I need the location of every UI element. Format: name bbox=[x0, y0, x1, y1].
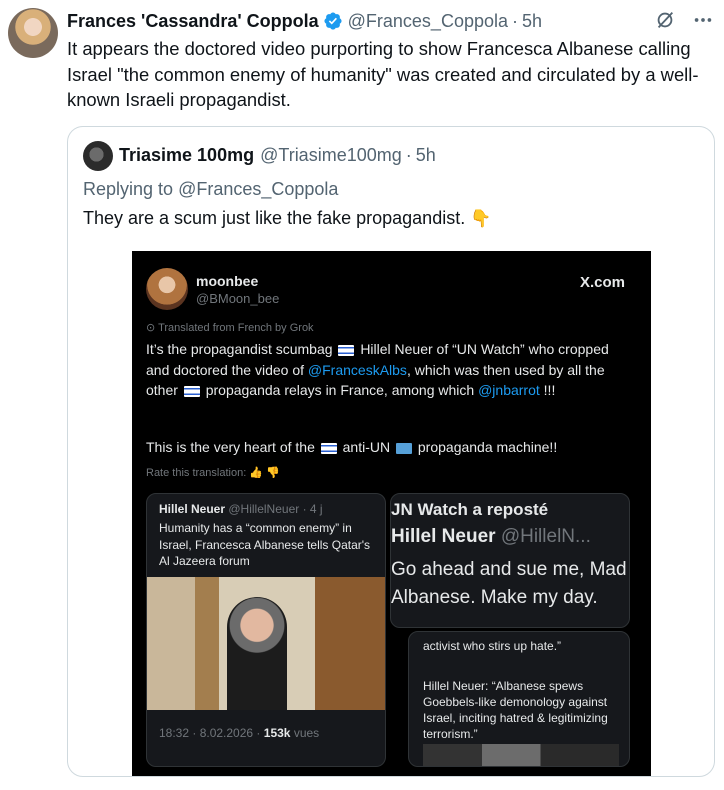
israel-flag-icon bbox=[183, 385, 200, 397]
right-card-line: Go ahead and sue me, Mad bbox=[391, 559, 627, 580]
embedded-tweet-header: Hillel Neuer @HillelNeuer · 4 j bbox=[159, 502, 323, 516]
un-flag-icon bbox=[396, 442, 412, 454]
screenshot-body: It’s the propagandist scumbag Hillel Neu… bbox=[146, 339, 616, 401]
mention-link: @jnbarrot bbox=[478, 382, 540, 398]
verified-badge-icon bbox=[324, 12, 342, 30]
right-card-handle: @HillelN... bbox=[500, 526, 591, 547]
pointing-down-emoji-icon: 👇 bbox=[470, 209, 492, 228]
thumbs-down-icon: 👎 bbox=[266, 467, 280, 479]
quoted-post[interactable]: Triasime 100mg @Triasime100mg · 5h Reply… bbox=[67, 126, 715, 777]
quote-text-body: They are a scum just like the fake propa… bbox=[83, 208, 466, 228]
author-avatar[interactable] bbox=[8, 8, 58, 58]
post-header: Frances 'Cassandra' Coppola @Frances_Cop… bbox=[67, 9, 714, 33]
repost-label: JN Watch a reposté bbox=[391, 500, 549, 519]
right-lower-image bbox=[423, 744, 619, 766]
body-part: anti-UN bbox=[342, 439, 391, 455]
header-actions bbox=[654, 9, 714, 31]
right-card-text: Go ahead and sue me, Mad Albanese. Make … bbox=[391, 556, 627, 612]
grok-icon[interactable] bbox=[654, 9, 676, 31]
quote-author-name[interactable]: Triasime 100mg bbox=[119, 145, 254, 166]
video-person bbox=[227, 597, 287, 710]
meta-time: 18:32 · 8.02.2026 · bbox=[159, 726, 261, 740]
screenshot-body-2: This is the very heart of the anti-UN pr… bbox=[146, 439, 616, 455]
author-handle[interactable]: @Frances_Coppola bbox=[348, 11, 508, 32]
body-part: It’s the propagandist scumbag bbox=[146, 341, 333, 357]
embedded-tweet-right: JN Watch a reposté Hillel Neuer @HillelN… bbox=[390, 493, 630, 628]
screenshot-author-name: moonbee bbox=[196, 273, 259, 289]
israel-flag-icon bbox=[338, 344, 355, 356]
embedded-tweet-right-lower: activist who stirs up hate.” Hillel Neue… bbox=[408, 631, 630, 767]
right-card-author: Hillel Neuer @HillelN... bbox=[391, 526, 591, 548]
right-card-line: Albanese. Make my day. bbox=[391, 587, 598, 608]
rate-translation: Rate this translation: 👍 👎 bbox=[146, 466, 280, 479]
separator-dot: · bbox=[512, 10, 518, 31]
embedded-video-thumbnail bbox=[147, 577, 385, 710]
quote-author-handle[interactable]: @Triasime100mg bbox=[260, 145, 402, 166]
xcom-brand: X.com bbox=[579, 274, 625, 291]
more-options-icon[interactable] bbox=[692, 9, 714, 31]
body-part: propaganda relays in France, among which bbox=[205, 382, 475, 398]
right-lower-text-1: activist who stirs up hate.” bbox=[423, 639, 562, 653]
quote-time[interactable]: 5h bbox=[416, 145, 436, 166]
embedded-tweet-meta: 18:32 · 8.02.2026 · 153k vues bbox=[159, 726, 319, 740]
translated-text: Translated from French by Grok bbox=[158, 322, 314, 334]
replying-to: Replying to @Frances_Coppola bbox=[83, 179, 338, 200]
embedded-tweet-left: Hillel Neuer @HillelNeuer · 4 j Humanity… bbox=[146, 493, 386, 767]
post-time[interactable]: 5h bbox=[522, 11, 542, 32]
meta-suffix: vues bbox=[293, 726, 320, 740]
embedded-tweet-text: Humanity has a “common enemy” in Israel,… bbox=[159, 521, 371, 568]
quote-header: Triasime 100mg @Triasime100mg · 5h bbox=[119, 145, 436, 166]
body-part: This is the very heart of the bbox=[146, 439, 315, 455]
author-name[interactable]: Frances 'Cassandra' Coppola bbox=[67, 11, 319, 32]
rate-text: Rate this translation: bbox=[146, 467, 247, 479]
post-text: It appears the doctored video purporting… bbox=[67, 38, 699, 110]
screenshot-avatar bbox=[146, 268, 188, 310]
israel-flag-icon bbox=[320, 442, 337, 454]
replying-handle-link[interactable]: @Frances_Coppola bbox=[178, 179, 338, 199]
attached-image[interactable]: moonbee @BMoon_bee X.com ⊙ Translated fr… bbox=[132, 251, 651, 776]
embedded-author-handle: @HillelNeuer · 4 j bbox=[228, 502, 323, 516]
body-part: !!! bbox=[543, 382, 556, 398]
meta-views: 153k bbox=[263, 726, 291, 740]
quote-text: They are a scum just like the fake propa… bbox=[83, 208, 491, 229]
right-card-name: Hillel Neuer bbox=[391, 526, 496, 547]
thumbs-up-icon: 👍 bbox=[249, 467, 264, 479]
replying-prefix: Replying to bbox=[83, 179, 174, 199]
screenshot-author-handle: @BMoon_bee bbox=[196, 291, 280, 306]
translated-note: ⊙ Translated from French by Grok bbox=[146, 322, 314, 334]
body-part: propaganda machine!! bbox=[417, 439, 558, 455]
quote-author-avatar[interactable] bbox=[83, 141, 113, 171]
mention-link: @FranceskAlbs bbox=[307, 361, 407, 378]
embedded-author-name: Hillel Neuer bbox=[159, 502, 226, 516]
quote-separator-dot: · bbox=[405, 145, 412, 165]
right-lower-text-2: Hillel Neuer: “Albanese spews Goebbels-l… bbox=[423, 679, 608, 741]
